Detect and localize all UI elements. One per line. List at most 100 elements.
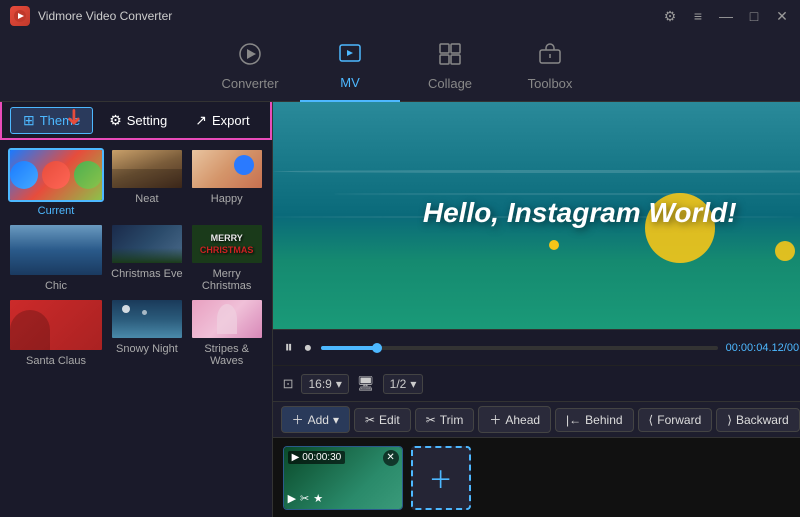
main-area: ➜ ⊞ Theme ⚙ Setting ↗ Export ✓ bbox=[0, 102, 800, 517]
play-icon-small: ▶ bbox=[292, 452, 300, 463]
trim-icon: ✂ bbox=[426, 413, 436, 427]
trim-button[interactable]: ✂ Trim bbox=[415, 408, 475, 432]
theme-item-current[interactable]: ✓ Current bbox=[8, 148, 104, 217]
duration-text: 00:00:30 bbox=[302, 452, 341, 463]
add-clip-icon: ＋ bbox=[429, 460, 453, 495]
tab-mv[interactable]: MV bbox=[300, 32, 400, 102]
theme-current-label: Current bbox=[38, 205, 75, 217]
edit-icon: ✂ bbox=[365, 413, 375, 427]
forward-button[interactable]: ⟨ Forward bbox=[638, 408, 713, 432]
video-preview: Hello, Instagram World! bbox=[273, 102, 800, 329]
close-button[interactable]: ✕ bbox=[774, 8, 790, 25]
converter-label: Converter bbox=[221, 76, 278, 91]
setting-button[interactable]: ⚙ Setting bbox=[97, 108, 179, 133]
bottom-toolbar: ＋ Add ▾ ✂ Edit ✂ Trim ＋ Ahead |← Behind … bbox=[273, 401, 800, 437]
yellow-dot bbox=[549, 240, 559, 250]
clip-scissors-icon: ✂ bbox=[300, 492, 309, 505]
theme-item-santa-claus[interactable]: Santa Claus bbox=[8, 298, 104, 367]
minimize-button[interactable]: — bbox=[718, 8, 734, 24]
app-logo bbox=[10, 6, 30, 26]
theme-item-snowy-night[interactable]: Snowy Night bbox=[110, 298, 184, 367]
theme-item-stripes-waves[interactable]: Stripes & Waves bbox=[190, 298, 264, 367]
add-icon: ＋ bbox=[292, 411, 304, 428]
theme-happy-label: Happy bbox=[211, 193, 243, 205]
clip-action-icons: ▶ ✂ ★ bbox=[288, 492, 324, 505]
stop-button[interactable]: ⏺ bbox=[303, 338, 314, 358]
progress-fill bbox=[321, 346, 377, 350]
collage-label: Collage bbox=[428, 76, 472, 91]
clip-star-icon: ★ bbox=[313, 492, 323, 505]
timeline: ▶ 00:00:30 ✕ ▶ ✂ ★ ＋ 1 / 1 bbox=[273, 437, 800, 517]
mv-icon bbox=[338, 41, 362, 71]
settings-icon[interactable]: ⚙ bbox=[662, 8, 678, 25]
timeline-clip-1[interactable]: ▶ 00:00:30 ✕ ▶ ✂ ★ bbox=[283, 446, 403, 510]
converter-icon bbox=[238, 42, 262, 72]
ratio-chevron-icon: ▾ bbox=[336, 377, 342, 391]
tab-toolbox[interactable]: Toolbox bbox=[500, 32, 600, 102]
mv-label: MV bbox=[340, 75, 360, 90]
setting-icon: ⚙ bbox=[109, 112, 122, 129]
monitor-icon: 🖥 bbox=[357, 375, 375, 392]
add-label: Add bbox=[308, 413, 329, 427]
clip-play-icon: ▶ bbox=[288, 492, 296, 505]
edit-button[interactable]: ✂ Edit bbox=[354, 408, 411, 432]
edit-label: Edit bbox=[379, 413, 400, 427]
time-total: 00:00:30.01 bbox=[787, 342, 800, 354]
theme-snowy-night-label: Snowy Night bbox=[116, 343, 178, 355]
progress-bar[interactable] bbox=[321, 346, 718, 350]
nav-tabs: Converter MV Collage bbox=[0, 32, 800, 102]
ratio-select[interactable]: 16:9 ▾ bbox=[301, 374, 348, 394]
sub-toolbar: ⊞ Theme ⚙ Setting ↗ Export bbox=[0, 102, 272, 140]
theme-item-neat[interactable]: Neat bbox=[110, 148, 184, 217]
trim-label: Trim bbox=[440, 413, 464, 427]
theme-stripes-waves-label: Stripes & Waves bbox=[190, 343, 264, 367]
backward-label: Backward bbox=[736, 413, 789, 427]
fraction-chevron-icon: ▾ bbox=[410, 377, 416, 391]
maximize-button[interactable]: □ bbox=[746, 8, 762, 24]
export-icon: ↗ bbox=[195, 112, 207, 129]
theme-item-happy[interactable]: Happy bbox=[190, 148, 264, 217]
theme-santa-label: Santa Claus bbox=[26, 355, 86, 367]
clip-close-button[interactable]: ✕ bbox=[383, 450, 399, 466]
toolbox-icon bbox=[538, 42, 562, 72]
forward-icon: ⟨ bbox=[649, 413, 654, 427]
play-pause-button[interactable]: ⏸ bbox=[283, 337, 295, 359]
theme-christmas-eve-label: Christmas Eve bbox=[111, 268, 183, 280]
menu-icon[interactable]: ≡ bbox=[690, 8, 706, 24]
add-clip-button[interactable]: ＋ bbox=[411, 446, 471, 510]
backward-icon: ⟩ bbox=[727, 413, 732, 427]
setting-label: Setting bbox=[127, 113, 167, 128]
titlebar-left: Vidmore Video Converter bbox=[10, 6, 172, 26]
titlebar: Vidmore Video Converter ⚙ ≡ — □ ✕ bbox=[0, 0, 800, 32]
video-controls-row2: ⊡ 16:9 ▾ 🖥 1/2 ▾ Export bbox=[273, 365, 800, 401]
time-display: 00:00:04.12/00:00:30.01 bbox=[726, 342, 800, 354]
tab-collage[interactable]: Collage bbox=[400, 32, 500, 102]
theme-neat-label: Neat bbox=[135, 193, 158, 205]
theme-item-chic[interactable]: Chic bbox=[8, 223, 104, 292]
export-sub-button[interactable]: ↗ Export bbox=[183, 108, 261, 133]
theme-icon: ⊞ bbox=[23, 112, 35, 129]
behind-label: Behind bbox=[585, 413, 622, 427]
collage-icon bbox=[438, 42, 462, 72]
right-panel: Hello, Instagram World! ⏸ ⏺ 00:00:04.12/… bbox=[273, 102, 800, 517]
behind-button[interactable]: |← Behind bbox=[555, 408, 634, 432]
add-chevron-icon: ▾ bbox=[333, 413, 339, 427]
ratio-value: 16:9 bbox=[308, 377, 331, 391]
tab-converter[interactable]: Converter bbox=[200, 32, 300, 102]
titlebar-controls: ⚙ ≡ — □ ✕ bbox=[662, 8, 790, 25]
theme-item-merry-christmas[interactable]: MERRY CHRISTMAS Merry Christmas bbox=[190, 223, 264, 292]
theme-item-christmas-eve[interactable]: Christmas Eve bbox=[110, 223, 184, 292]
theme-merry-christmas-label: Merry Christmas bbox=[190, 268, 264, 292]
add-button[interactable]: ＋ Add ▾ bbox=[281, 406, 350, 433]
yellow-circle-small bbox=[775, 241, 795, 261]
ahead-label: Ahead bbox=[505, 413, 540, 427]
left-panel: ➜ ⊞ Theme ⚙ Setting ↗ Export ✓ bbox=[0, 102, 273, 517]
backward-button[interactable]: ⟩ Backward bbox=[716, 408, 799, 432]
forward-label: Forward bbox=[657, 413, 701, 427]
theme-grid: ✓ Current Neat bbox=[0, 140, 272, 517]
fraction-select[interactable]: 1/2 ▾ bbox=[383, 374, 424, 394]
video-size-icon: ⊡ bbox=[283, 376, 294, 392]
toolbox-label: Toolbox bbox=[528, 76, 573, 91]
ahead-button[interactable]: ＋ Ahead bbox=[478, 406, 551, 433]
red-arrow-indicator: ➜ bbox=[61, 108, 87, 126]
